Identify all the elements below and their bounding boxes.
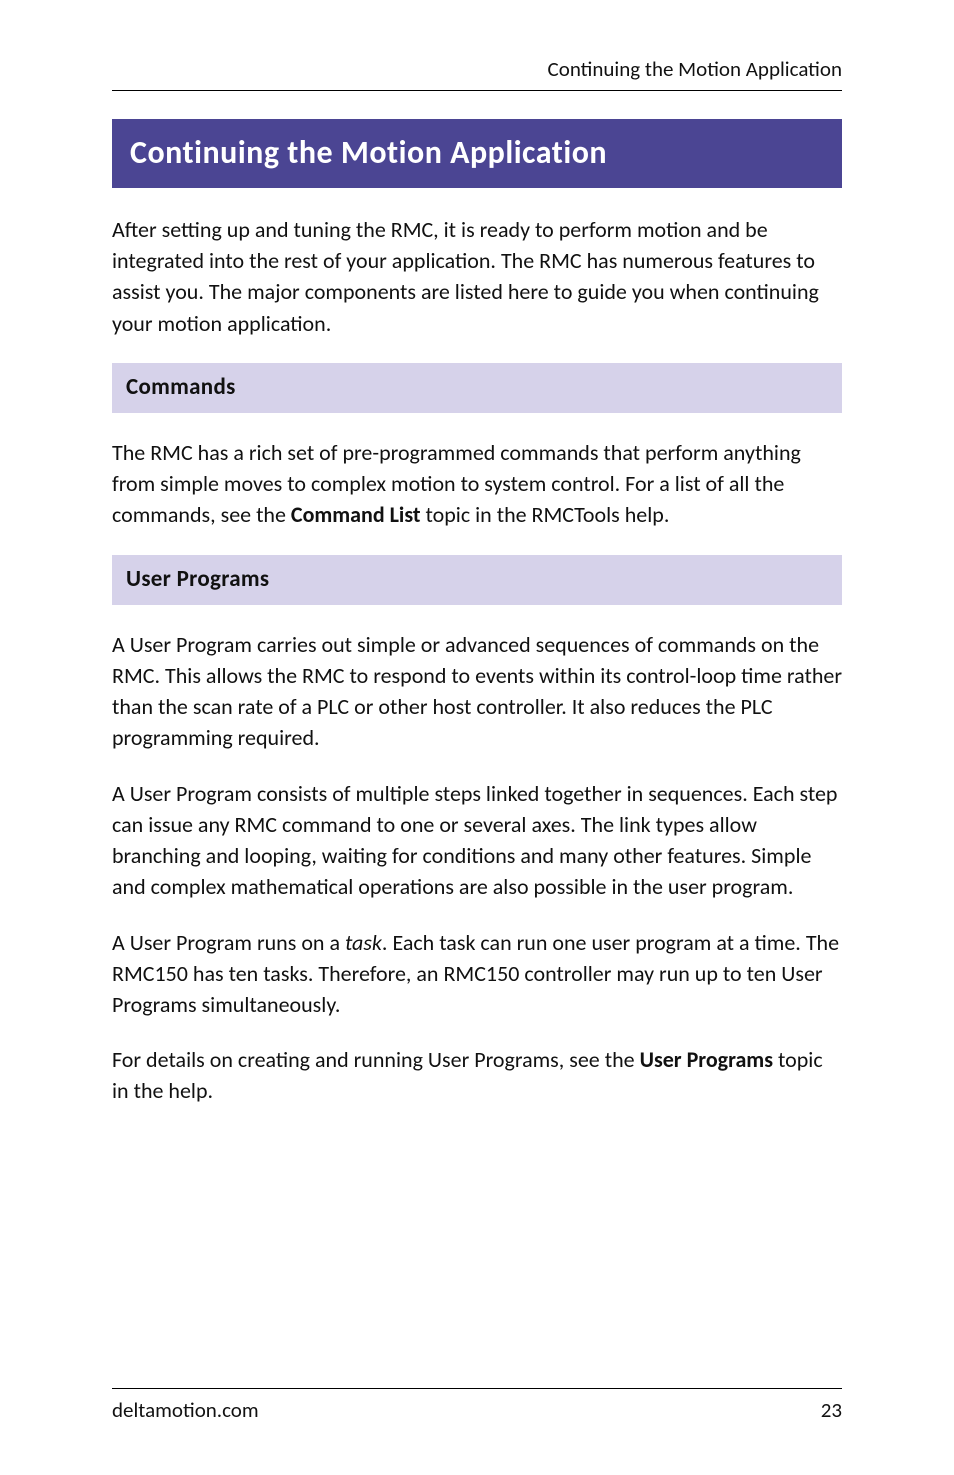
page-content: Continuing the Motion Application Contin… bbox=[0, 0, 954, 1107]
user-programs-p1: A User Program carries out simple or adv… bbox=[112, 629, 842, 754]
up-p3-a: A User Program runs on a bbox=[112, 929, 345, 956]
up-p3-italic: task bbox=[345, 929, 382, 956]
commands-paragraph: The RMC has a rich set of pre-programmed… bbox=[112, 437, 842, 531]
footer-row: deltamotion.com 23 bbox=[112, 1397, 842, 1423]
section-heading-commands: Commands bbox=[112, 363, 842, 413]
section-heading-user-programs-text: User Programs bbox=[126, 565, 269, 593]
commands-bold: Command List bbox=[291, 501, 421, 528]
user-programs-p4: For details on creating and running User… bbox=[112, 1044, 842, 1106]
up-p4-bold: User Programs bbox=[640, 1046, 773, 1073]
user-programs-p3: A User Program runs on a task. Each task… bbox=[112, 927, 842, 1021]
footer-page-number: 23 bbox=[821, 1397, 842, 1423]
footer-rule bbox=[112, 1388, 842, 1389]
page-title-text: Continuing the Motion Application bbox=[130, 133, 607, 172]
commands-text-b: topic in the RMCTools help. bbox=[421, 501, 670, 528]
section-heading-commands-text: Commands bbox=[126, 373, 236, 401]
up-p4-a: For details on creating and running User… bbox=[112, 1046, 640, 1073]
intro-paragraph: After setting up and tuning the RMC, it … bbox=[112, 214, 842, 339]
footer-site: deltamotion.com bbox=[112, 1397, 259, 1423]
header-rule bbox=[112, 90, 842, 91]
running-header: Continuing the Motion Application bbox=[112, 56, 842, 90]
page-footer: deltamotion.com 23 bbox=[112, 1388, 842, 1423]
page-title: Continuing the Motion Application bbox=[112, 119, 842, 188]
running-header-text: Continuing the Motion Application bbox=[548, 56, 842, 82]
user-programs-p2: A User Program consists of multiple step… bbox=[112, 778, 842, 903]
section-heading-user-programs: User Programs bbox=[112, 555, 842, 605]
